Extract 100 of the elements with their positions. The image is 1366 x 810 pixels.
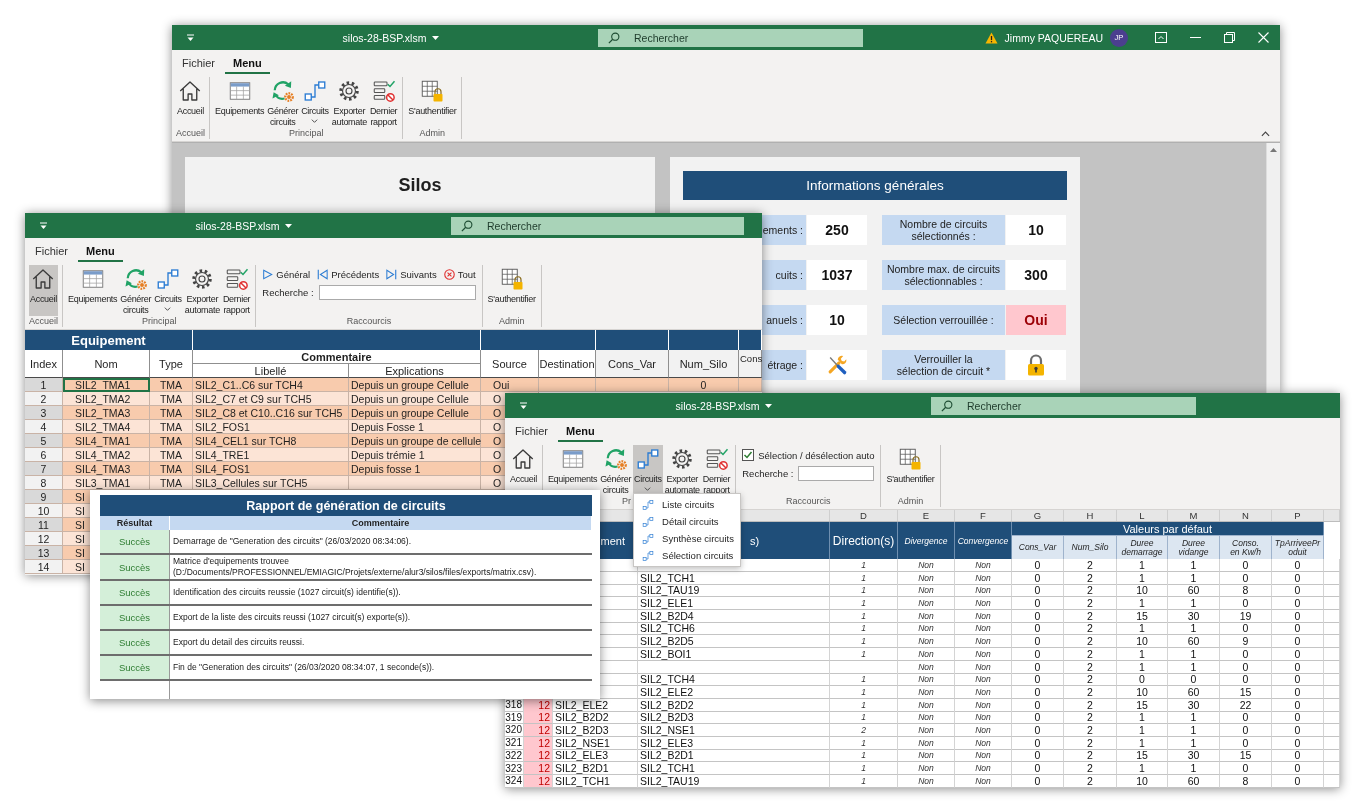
table-cell: SIL4_TMA3	[63, 462, 150, 476]
ribbon-button[interactable]: Equipements	[214, 77, 266, 128]
ribbon-tab[interactable]: Menu	[78, 245, 123, 262]
menu-item[interactable]: Liste circuits	[634, 496, 741, 513]
warning-icon	[984, 31, 998, 44]
field-value: 10	[807, 305, 867, 335]
table-cell: 0	[1012, 571, 1064, 585]
table-cell: Oui	[481, 378, 539, 392]
field-label: ements :	[762, 215, 806, 245]
gear-icon	[337, 79, 362, 103]
table-cell: 2	[1064, 584, 1117, 598]
menu-item[interactable]: Sélection circuits	[634, 547, 741, 564]
ribbon-button[interactable]: Générer circuits	[266, 77, 300, 128]
padlock-icon[interactable]	[1027, 354, 1045, 376]
ribbon-button[interactable]: S'authentifier	[486, 265, 537, 316]
table-cell: SIL4_FOS1	[193, 462, 349, 476]
ribbon-button[interactable]: Accueil	[176, 77, 205, 128]
scrollbar[interactable]	[1266, 143, 1280, 393]
column-header: Index	[25, 350, 63, 378]
ribbon-tab[interactable]: Menu	[225, 57, 270, 74]
ribbon-button[interactable]: Dernier rapport	[221, 265, 252, 316]
ribbon-button[interactable]: Circuits	[300, 77, 330, 128]
ribbon-button[interactable]: Générer circuits	[599, 445, 633, 496]
table-cell: 1	[1117, 571, 1168, 585]
ribbon-button[interactable]: Exporter automate	[330, 77, 368, 128]
table-cell: 0	[1220, 622, 1272, 636]
table-cell: 2	[830, 723, 898, 737]
search-field[interactable]: Rechercher	[931, 396, 1196, 415]
ribbon-tab[interactable]: Menu	[558, 425, 603, 442]
caret-icon[interactable]	[285, 223, 293, 228]
table-cell: Depuis fosse 1	[349, 462, 481, 476]
group-label: Pr	[621, 496, 631, 506]
shortcut-link[interactable]: Général	[262, 269, 311, 280]
caret-icon[interactable]	[432, 35, 440, 40]
table-cell: Non	[955, 749, 1012, 763]
table-cell: 1	[1168, 647, 1220, 661]
ribbon-button[interactable]: Exporter automate	[663, 445, 701, 496]
checkbox-option[interactable]: Sélection / désélection auto	[742, 449, 875, 461]
shortcut-link[interactable]: Suivants	[386, 269, 437, 280]
search-field[interactable]: Rechercher	[451, 216, 744, 235]
column-header: ment	[600, 534, 625, 547]
section-header: Informations générales	[683, 171, 1067, 200]
table-cell: SIL2_ELE3	[638, 736, 830, 750]
ribbon-display-icon[interactable]	[1155, 32, 1167, 43]
table-cell: 1	[830, 609, 898, 623]
shortcut-link[interactable]: Tout	[443, 269, 476, 280]
minimize-icon[interactable]	[1189, 37, 1201, 38]
close-icon[interactable]	[1257, 32, 1269, 43]
table-cell: 10	[1117, 584, 1168, 598]
ribbon-button[interactable]: Circuits	[633, 445, 663, 496]
ribbon-button[interactable]: Dernier rapport	[368, 77, 399, 128]
table-cell: 0	[1272, 609, 1324, 623]
table-cell: SIL2_TCH6	[638, 622, 830, 636]
column-header: Type	[150, 350, 193, 378]
ribbon-tab[interactable]: Fichier	[174, 57, 223, 74]
group-label: Principal	[141, 316, 177, 326]
table-cell: Non	[955, 762, 1012, 775]
ribbon-button[interactable]: Equipements	[67, 265, 119, 316]
play-icon	[262, 269, 274, 280]
ribbon-button[interactable]: Circuits	[153, 265, 183, 316]
column-letter[interactable]: F	[955, 510, 1012, 521]
menu-item[interactable]: Synthèse circuits	[634, 530, 741, 547]
search-field[interactable]	[318, 285, 476, 300]
table-cell: SIL2_B2D4	[638, 609, 830, 623]
scroll-up-icon[interactable]	[1270, 148, 1277, 152]
restore-icon[interactable]	[1223, 32, 1235, 43]
table-cell	[1324, 584, 1340, 598]
user-name[interactable]: Jimmy PAQUEREAU	[1004, 31, 1103, 44]
search-field[interactable]	[798, 466, 875, 481]
ribbon-tab[interactable]: Fichier	[27, 245, 76, 262]
ribbon-button[interactable]: Générer circuits	[119, 265, 153, 316]
column-letter[interactable]: L	[1117, 510, 1168, 521]
column-letter[interactable]: E	[898, 510, 955, 521]
column-letter[interactable]: H	[1064, 510, 1117, 521]
skip-forward-icon	[386, 269, 398, 280]
ribbon-button[interactable]: Accueil	[29, 265, 58, 316]
table-cell: 1	[1168, 711, 1220, 725]
table-cell: 0	[1012, 609, 1064, 623]
menu-item[interactable]: Détail circuits	[634, 513, 741, 530]
column-letter[interactable]: M	[1168, 510, 1220, 521]
column-letter[interactable]: D	[830, 510, 898, 521]
table-cell: 2	[1064, 609, 1117, 623]
column-letter[interactable]: P	[1272, 510, 1324, 521]
table-cell: 1	[25, 378, 63, 392]
ribbon-button[interactable]: S'authentifier	[407, 77, 458, 128]
caret-icon[interactable]	[519, 401, 528, 410]
comment-text: Export de la liste des circuits reussi (1027 circuit(s) exporte(s)).	[172, 611, 412, 624]
ribbon-button[interactable]: S'authentifier	[885, 445, 936, 496]
table-cell: 1	[1168, 762, 1220, 775]
caret-icon[interactable]	[1261, 131, 1270, 137]
caret-icon[interactable]	[186, 33, 195, 42]
field-label: Verrouiller la sélection de circuit *	[882, 350, 1005, 380]
column-letter[interactable]: N	[1220, 510, 1272, 521]
ribbon-button[interactable]: Exporter automate	[183, 265, 221, 316]
shortcut-link[interactable]: Précédents	[317, 269, 380, 280]
wrench-screwdriver-icon[interactable]	[826, 354, 848, 376]
caret-icon[interactable]	[39, 221, 48, 230]
column-letter[interactable]: G	[1012, 510, 1064, 521]
caret-icon[interactable]	[765, 403, 773, 408]
search-field[interactable]: Rechercher	[598, 28, 863, 47]
